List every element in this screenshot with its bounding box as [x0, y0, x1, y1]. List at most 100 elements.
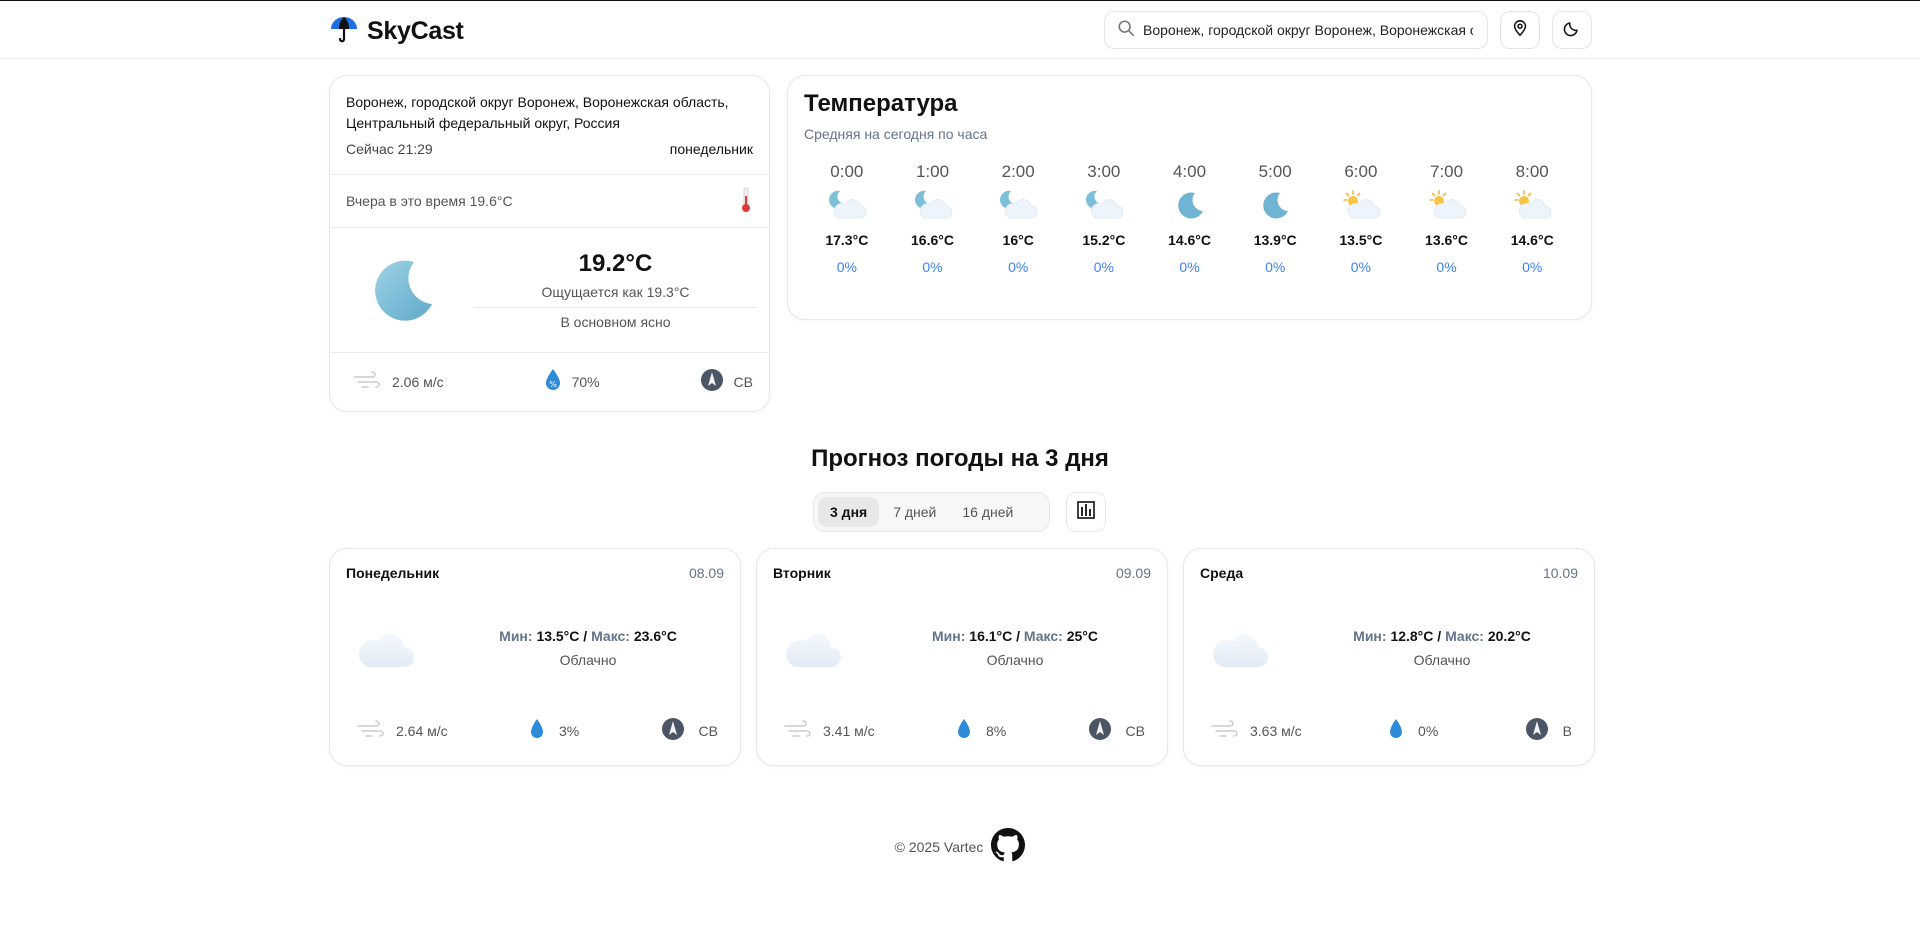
- hour-item: 1:00 16.6°C 0%: [890, 162, 976, 275]
- current-header: Воронеж, городской округ Воронеж, Вороне…: [330, 76, 769, 175]
- copyright: © 2025 Vartec: [894, 838, 984, 855]
- app-name: SkyCast: [367, 17, 464, 45]
- hour-temperature: 13.5°C: [1339, 232, 1383, 248]
- forecast-day-card[interactable]: Вторник 09.09 Мин: 16.1°C / Макс: 25°C Обла…: [756, 548, 1168, 766]
- hour-time: 8:00: [1515, 162, 1549, 181]
- hour-time: 7:00: [1429, 162, 1464, 181]
- day-wind-direction: В: [1562, 722, 1572, 739]
- hour-item: 7:00 13.6°C 0%: [1404, 162, 1490, 275]
- hour-time: 3:00: [1087, 162, 1121, 181]
- moon-icon: [370, 258, 434, 327]
- hour-precipitation: 0%: [1436, 259, 1457, 275]
- day-description: Облачно: [1413, 652, 1471, 668]
- hour-precipitation: 0%: [1008, 259, 1029, 275]
- min-label: Мин:: [1353, 628, 1387, 644]
- max-label: Макс:: [591, 628, 630, 644]
- hour-item: 4:00 14.6°C 0%: [1147, 162, 1233, 275]
- compass-icon: [700, 368, 724, 395]
- day-wind: 3.41 м/с: [823, 722, 875, 739]
- moon-cloud-icon: [975, 187, 1061, 223]
- tab-7-days[interactable]: 7 дней: [881, 497, 948, 527]
- current-weather-card: Воронеж, городской округ Воронеж, Вороне…: [329, 75, 770, 412]
- day-wind-direction: СВ: [1125, 722, 1145, 739]
- moon-icon: [1232, 187, 1318, 223]
- hour-item: 8:00 14.6°C 0%: [1489, 162, 1575, 275]
- search-icon: [1117, 19, 1135, 42]
- hour-item: 0:00 17.3°C 0%: [804, 162, 890, 275]
- wind-speed: 2.06 м/с: [392, 373, 444, 390]
- min-label: Мин:: [499, 628, 533, 644]
- hour-time: 1:00: [915, 162, 950, 181]
- day-name: Вторник: [773, 565, 831, 581]
- footer: © 2025 Vartec: [0, 828, 1920, 865]
- moon-cloud-icon: [890, 187, 976, 223]
- max-label: Макс:: [1023, 628, 1063, 644]
- hourly-list: 0:00 17.3°C 0% 1:00 16.6°C 0% 2:00 16°C 0% 3:00 15…: [804, 162, 1575, 275]
- drop-icon: [956, 718, 972, 743]
- compass-icon: [661, 717, 685, 744]
- sun-cloud-icon: [1404, 187, 1490, 223]
- current-temperature: 19.2°C: [578, 250, 653, 277]
- feels-like: Ощущается как 19.3°C: [474, 284, 757, 308]
- cloud-icon: [1210, 627, 1270, 674]
- umbrella-icon: [329, 14, 359, 49]
- day-temp-range: Мин: 13.5°C / Макс: 23.6°C: [499, 628, 677, 644]
- location-button[interactable]: [1500, 11, 1540, 49]
- max-temp: 20.2°C: [1487, 628, 1531, 644]
- current-time: Сейчас 21:29: [346, 141, 433, 157]
- humidity-icon: %: [544, 368, 562, 395]
- hour-time: 0:00: [830, 162, 864, 181]
- brand-logo[interactable]: SkyCast: [329, 14, 464, 49]
- hour-precipitation: 0%: [922, 259, 943, 275]
- hour-precipitation: 0%: [836, 259, 857, 275]
- hour-time: 4:00: [1172, 162, 1207, 181]
- tab-3-days[interactable]: 3 дня: [818, 497, 880, 527]
- day-name: Понедельник: [346, 565, 440, 581]
- moon-icon: [1563, 19, 1581, 42]
- hour-item: 6:00 13.5°C 0%: [1318, 162, 1404, 275]
- max-label: Макс:: [1445, 628, 1484, 644]
- day-precipitation: 3%: [558, 722, 580, 739]
- hour-item: 5:00 13.9°C 0%: [1232, 162, 1318, 275]
- moon-cloud-icon: [1061, 187, 1147, 223]
- wind-icon: [783, 718, 813, 743]
- forecast-day-card[interactable]: Среда 10.09 Мин: 12.8°C / Макс: 20.2°C Обла…: [1183, 548, 1595, 766]
- humidity-value: 70%: [571, 373, 600, 390]
- thermometer-icon: [739, 186, 753, 217]
- yesterday-temp: Вчера в это время 19.6°C: [346, 193, 513, 209]
- current-main: 19.2°C Ощущается как 19.3°C В основном я…: [330, 228, 769, 353]
- day-wind-direction: СВ: [698, 722, 718, 739]
- forecast-day-card[interactable]: Понедельник 08.09 Мин: 13.5°C / Макс: 23.6…: [329, 548, 741, 766]
- bar-chart-icon: [1076, 500, 1096, 525]
- chart-view-button[interactable]: [1066, 492, 1106, 532]
- day-description: Облачно: [559, 652, 617, 668]
- sun-cloud-icon: [1489, 187, 1575, 223]
- compass-icon: [1525, 717, 1549, 744]
- tab-16-days[interactable]: 16 дней: [950, 497, 1025, 527]
- wind-direction: СВ: [733, 373, 753, 390]
- hour-item: 2:00 16°C 0%: [975, 162, 1061, 275]
- hour-temperature: 13.9°C: [1253, 232, 1297, 248]
- day-date: 08.09: [688, 565, 724, 581]
- theme-toggle-button[interactable]: [1552, 11, 1592, 49]
- moon-cloud-icon: [804, 187, 890, 223]
- day-precipitation: 8%: [985, 722, 1007, 739]
- min-temp: 13.5°C: [536, 628, 580, 644]
- hour-temperature: 15.2°C: [1082, 232, 1126, 248]
- compass-icon: [1088, 717, 1112, 744]
- moon-icon: [1147, 187, 1233, 223]
- cloud-icon: [356, 627, 416, 674]
- wind-icon: [356, 718, 386, 743]
- day-wind: 3.63 м/с: [1250, 722, 1302, 739]
- search-input[interactable]: [1143, 22, 1473, 38]
- map-pin-icon: [1511, 19, 1529, 42]
- max-temp: 23.6°C: [633, 628, 677, 644]
- github-icon[interactable]: [991, 828, 1026, 865]
- hour-time: 5:00: [1258, 162, 1292, 181]
- min-label: Мин:: [932, 628, 966, 644]
- hour-temperature: 16.6°C: [911, 232, 954, 248]
- search-box[interactable]: [1104, 11, 1488, 49]
- hour-item: 3:00 15.2°C 0%: [1061, 162, 1147, 275]
- weather-description: В основном ясно: [560, 314, 671, 330]
- current-weekday: понедельник: [669, 141, 753, 157]
